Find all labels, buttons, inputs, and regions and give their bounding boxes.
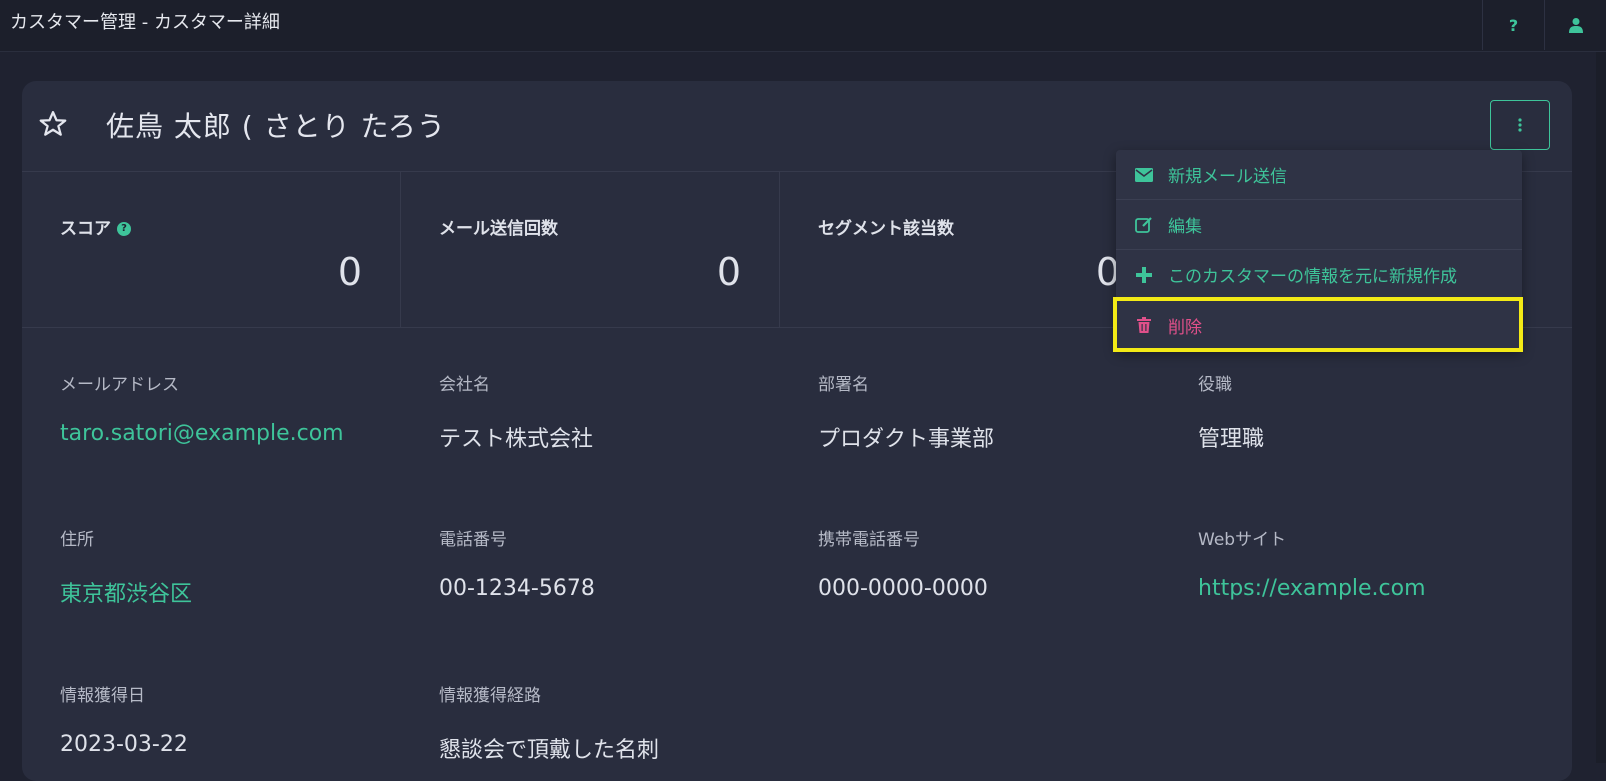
field-label: 電話番号 xyxy=(439,530,507,550)
field-address: 住所 東京都渋谷区 xyxy=(60,525,192,608)
page-title: カスタマー管理 - カスタマー詳細 xyxy=(10,12,280,33)
field-label: Webサイト xyxy=(1198,530,1287,550)
stat-value: 0 xyxy=(337,250,362,294)
field-mobile: 携帯電話番号 000-0000-0000 xyxy=(818,525,988,601)
field-label: 役職 xyxy=(1198,375,1232,395)
email-link[interactable]: taro.satori@example.com xyxy=(60,421,344,446)
question-icon[interactable]: ? xyxy=(117,222,131,236)
menu-item-label: 新規メール送信 xyxy=(1168,167,1287,187)
envelope-icon xyxy=(1134,165,1154,185)
trash-icon xyxy=(1134,315,1154,335)
menu-item-label: 編集 xyxy=(1168,217,1202,237)
address-link[interactable]: 東京都渋谷区 xyxy=(60,576,192,608)
field-label: 情報獲得経路 xyxy=(439,686,541,706)
more-actions-button[interactable] xyxy=(1490,100,1550,150)
field-company: 会社名 テスト株式会社 xyxy=(439,370,593,453)
stat-mail-count: メール送信回数 0 xyxy=(401,172,780,328)
field-position: 役職 管理職 xyxy=(1198,370,1264,453)
menu-item-edit[interactable]: 編集 xyxy=(1116,200,1522,250)
stat-label: セグメント該当数 xyxy=(818,219,954,239)
field-label: 会社名 xyxy=(439,375,490,395)
field-value: 管理職 xyxy=(1198,427,1265,452)
plus-icon xyxy=(1134,265,1154,285)
stat-value: 0 xyxy=(716,250,741,294)
field-value: 2023-03-22 xyxy=(60,732,188,757)
kebab-vertical-icon xyxy=(1518,118,1522,132)
menu-item-label: このカスタマーの情報を元に新規作成 xyxy=(1168,267,1457,287)
website-link[interactable]: https://example.com xyxy=(1198,576,1426,601)
field-label: 携帯電話番号 xyxy=(818,530,920,550)
star-outline-icon[interactable] xyxy=(38,109,68,139)
field-label: メールアドレス xyxy=(60,375,179,395)
field-website: Webサイト https://example.com xyxy=(1198,525,1426,601)
menu-item-delete[interactable]: 削除 xyxy=(1116,300,1522,350)
stat-score: スコア? 0 xyxy=(22,172,401,328)
menu-item-new-mail[interactable]: 新規メール送信 xyxy=(1116,150,1522,200)
top-bar: カスタマー管理 - カスタマー詳細 ? xyxy=(0,0,1606,52)
field-value: 000-0000-0000 xyxy=(818,576,988,601)
stat-label: スコア xyxy=(60,219,111,239)
field-email: メールアドレス taro.satori@example.com xyxy=(60,370,344,446)
field-value: プロダクト事業部 xyxy=(818,427,995,452)
field-department: 部署名 プロダクト事業部 xyxy=(818,370,994,453)
customer-name: 佐鳥 太郎 ( さとり たろう xyxy=(106,110,446,143)
menu-item-duplicate[interactable]: このカスタマーの情報を元に新規作成 xyxy=(1116,250,1522,300)
field-label: 部署名 xyxy=(818,375,869,395)
field-value: 00-1234-5678 xyxy=(439,576,595,601)
menu-item-label: 削除 xyxy=(1168,317,1202,338)
user-menu-button[interactable] xyxy=(1544,0,1606,50)
field-label: 情報獲得日 xyxy=(60,686,145,706)
help-button[interactable]: ? xyxy=(1482,0,1544,50)
field-acquired-route: 情報獲得経路 懇談会で頂戴した名刺 xyxy=(439,681,659,764)
edit-icon xyxy=(1134,215,1154,235)
stat-segment-count: セグメント該当数 0 xyxy=(780,172,1159,328)
field-value: テスト株式会社 xyxy=(439,427,594,452)
field-label: 住所 xyxy=(60,530,94,550)
user-icon xyxy=(1568,18,1583,33)
actions-dropdown: 新規メール送信 編集 このカスタマーの情報を元に新規作成 削除 xyxy=(1116,150,1522,350)
field-value: 懇談会で頂戴した名刺 xyxy=(439,738,660,763)
field-acquired-date: 情報獲得日 2023-03-22 xyxy=(60,681,188,757)
page-scrollbar[interactable] xyxy=(1596,52,1606,763)
field-phone: 電話番号 00-1234-5678 xyxy=(439,525,595,601)
stat-label: メール送信回数 xyxy=(439,219,558,239)
question-icon: ? xyxy=(1508,15,1519,35)
